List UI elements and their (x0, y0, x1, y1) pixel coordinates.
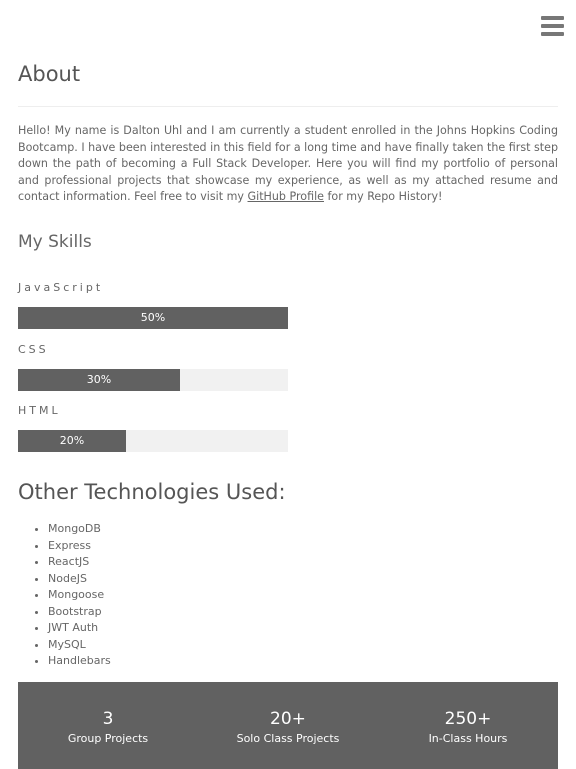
skill-label-html: HTML (18, 404, 61, 417)
hamburger-menu-icon[interactable] (541, 16, 564, 36)
menu-line (541, 16, 564, 20)
stat-value: 250+ (444, 709, 492, 729)
list-item: Handlebars (48, 653, 111, 670)
github-profile-link[interactable]: GitHub Profile (248, 190, 324, 203)
skill-label-javascript: JavaScript (18, 281, 104, 294)
stat-label: Group Projects (67, 732, 149, 745)
stat-class-hours: 250+ In-Class Hours (378, 709, 558, 745)
list-item: Mongoose (48, 587, 111, 604)
stat-label: Solo Class Projects (236, 732, 340, 745)
about-paragraph: Hello! My name is Dalton Uhl and I am cu… (18, 123, 558, 206)
skill-bar-javascript: 50% (18, 307, 288, 329)
list-item: MySQL (48, 637, 111, 654)
skill-bar-fill-javascript: 50% (18, 307, 288, 329)
skill-bar-css: 30% (18, 369, 288, 391)
skill-bar-fill-css: 30% (18, 369, 180, 391)
stat-solo-projects: 20+ Solo Class Projects (198, 709, 378, 745)
stat-label: In-Class Hours (428, 732, 508, 745)
skills-title: My Skills (18, 232, 92, 252)
list-item: MongoDB (48, 521, 111, 538)
list-item: Bootstrap (48, 604, 111, 621)
technologies-title: Other Technologies Used: (18, 480, 286, 504)
skill-bar-fill-html: 20% (18, 430, 126, 452)
technologies-list: MongoDB Express ReactJS NodeJS Mongoose … (18, 521, 111, 670)
list-item: JWT Auth (48, 620, 111, 637)
skill-label-css: CSS (18, 343, 49, 356)
section-divider (18, 106, 558, 107)
list-item: NodeJS (48, 571, 111, 588)
stat-value: 20+ (270, 709, 306, 729)
list-item: ReactJS (48, 554, 111, 571)
menu-line (541, 24, 564, 28)
skill-bar-html: 20% (18, 430, 288, 452)
menu-line (541, 32, 564, 36)
about-title: About (18, 62, 81, 86)
stat-group-projects: 3 Group Projects (18, 709, 198, 745)
stat-value: 3 (102, 709, 114, 729)
stats-banner: 3 Group Projects 20+ Solo Class Projects… (18, 682, 558, 769)
about-text-end: for my Repo History! (323, 190, 443, 203)
list-item: Express (48, 538, 111, 555)
